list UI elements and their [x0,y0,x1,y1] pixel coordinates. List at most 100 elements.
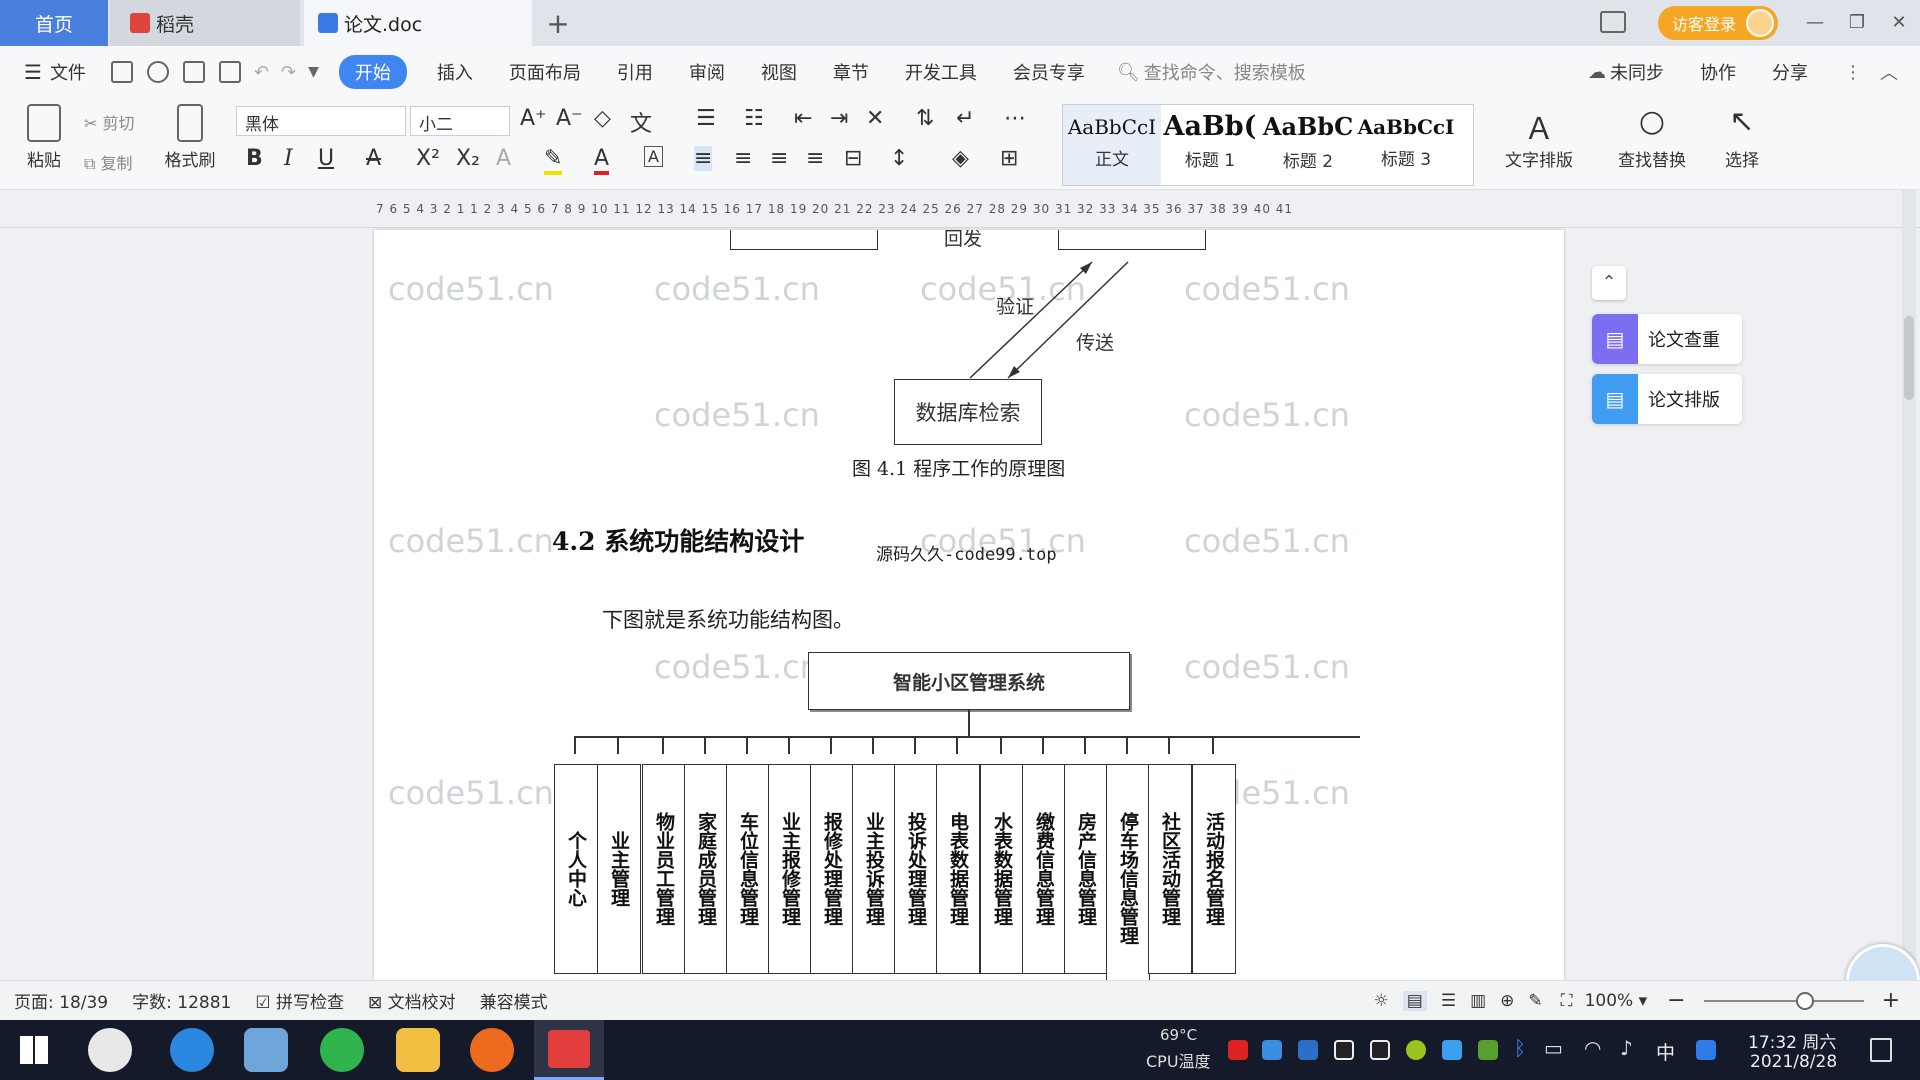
increase-indent-icon[interactable]: ⇥ [830,106,848,131]
file-explorer-icon[interactable] [396,1028,440,1072]
visitor-login-button[interactable]: 访客登录 [1658,6,1778,40]
tray-icon-4[interactable] [1442,1040,1462,1060]
notepad-icon[interactable] [244,1028,288,1072]
copy-button[interactable]: ⧉ 复制 [84,150,133,174]
bullet-list-icon[interactable]: ☰ [696,106,716,131]
highlight-icon[interactable]: ✎ [544,146,563,175]
menu-view[interactable]: 视图 [743,59,815,85]
menu-page-layout[interactable]: 页面布局 [491,59,599,85]
panel-collapse-icon[interactable]: ⌃ [1592,266,1626,300]
web-view-icon[interactable]: ⊕ [1500,991,1514,1011]
layout-switch-icon[interactable] [1600,11,1626,33]
font-color-icon[interactable]: A [594,146,610,175]
underline-button[interactable]: U [318,146,334,171]
tab-daoke[interactable]: 稻壳 [110,0,300,46]
minimize-button[interactable]: — [1800,8,1830,38]
align-right-button[interactable]: ≡ [770,146,788,171]
zoom-slider-handle[interactable] [1795,991,1814,1010]
format-painter-button[interactable]: 格式刷 [160,104,220,171]
italic-button[interactable]: I [284,146,293,171]
clock-date[interactable]: 2021/8/28 [1750,1052,1837,1072]
tray-icon-1[interactable] [1228,1040,1248,1060]
collaborate-button[interactable]: 协作 [1682,59,1754,85]
close-button[interactable]: ✕ [1884,8,1914,38]
strikethrough-button[interactable]: A [366,146,381,171]
shield-icon[interactable] [1298,1040,1318,1060]
restore-button[interactable]: ❐ [1842,8,1872,38]
bluetooth-icon[interactable]: ᛒ [1514,1036,1526,1060]
chevron-down-icon[interactable]: ▼ [308,64,319,80]
tray-icon-3[interactable] [1406,1040,1426,1060]
find-replace-button[interactable]: ○ 查找替换 [1604,104,1700,171]
browser-360-icon[interactable] [320,1028,364,1072]
pinwheel-app-icon[interactable] [88,1028,132,1072]
phonetic-icon[interactable]: 文 [630,106,652,138]
tab-stops-icon[interactable]: ⋯ [1004,106,1026,131]
tab-home[interactable]: 首页 [0,0,108,46]
scrollbar-thumb[interactable] [1904,316,1914,400]
zoom-out-button[interactable]: − [1667,988,1685,1013]
wps-taskbar-button[interactable] [534,1020,604,1080]
distribute-button[interactable]: ⊟ [844,146,862,171]
save-icon[interactable] [110,61,133,83]
cut-button[interactable]: ✂ 剪切 [84,110,135,134]
menu-review[interactable]: 审阅 [671,59,743,85]
tray-icon-2[interactable] [1262,1040,1282,1060]
read-view-icon[interactable]: ▥ [1470,991,1486,1011]
menu-insert[interactable]: 插入 [419,59,491,85]
notification-icon[interactable] [1870,1038,1892,1062]
print-icon[interactable] [182,61,205,83]
paste-button[interactable]: 粘贴 [16,104,72,171]
share-button[interactable]: 分享 [1754,59,1826,85]
line-spacing-icon[interactable]: ↕ [890,146,908,171]
zoom-slider[interactable] [1703,991,1864,1010]
clock-time[interactable]: 17:32 周六 [1748,1028,1836,1053]
zoom-select[interactable]: 100% ▾ [1585,991,1648,1011]
decrease-indent-icon[interactable]: ⇤ [794,106,812,131]
redo-icon[interactable]: ↷ [281,62,296,83]
media-app-icon[interactable] [470,1028,514,1072]
borders-icon[interactable]: ⊞ [1000,146,1018,171]
text-layout-button[interactable]: Ａ 文字排版 [1494,104,1584,171]
style-heading-3[interactable]: AaBbCcI 标题 3 [1357,105,1455,170]
subscript-button[interactable]: X₂ [456,146,480,171]
tab-document[interactable]: 论文.doc [304,0,532,46]
battery-icon[interactable]: ▭ [1544,1036,1563,1060]
undo-history-icon[interactable] [146,61,169,83]
paper-format-button[interactable]: ▤ 论文排版 [1592,374,1742,424]
menu-chapter[interactable]: 章节 [815,59,887,85]
wifi-icon[interactable]: ◠ [1584,1036,1601,1060]
outline-view-icon[interactable]: ☰ [1441,991,1456,1011]
proofread-button[interactable]: ⊠ 文档校对 [368,988,456,1013]
menu-file[interactable]: 文件 [42,59,104,85]
menu-references[interactable]: 引用 [599,59,671,85]
paper-check-button[interactable]: ▤ 论文查重 [1592,314,1742,364]
chinese-layout-icon[interactable]: ✕ [866,106,884,131]
font-family-select[interactable]: 黑体 [236,106,406,136]
show-marks-icon[interactable]: ↵ [956,106,974,131]
sync-status[interactable]: 未同步 [1606,59,1682,85]
text-effect-button[interactable]: A [496,146,511,171]
bold-button[interactable]: B [246,146,263,171]
align-left-button[interactable]: ≡ [694,146,713,171]
pen-icon[interactable]: ✎ [1528,991,1542,1011]
search-app-icon[interactable] [1696,1040,1716,1060]
fit-page-icon[interactable]: ⛶ [1561,991,1573,1011]
style-heading-2[interactable]: AaBbC 标题 2 [1259,105,1357,172]
command-search-input[interactable]: 查找命令、搜索模板 [1144,59,1306,85]
undo-icon[interactable]: ↶ [254,62,269,83]
more-icon[interactable]: ⋮ [1844,62,1862,83]
grow-font-icon[interactable]: A⁺ [520,106,547,131]
qq-icon[interactable] [1334,1040,1354,1060]
style-heading-1[interactable]: AaBb(标题 1 [1161,105,1259,171]
collapse-ribbon-icon[interactable]: ︿ [1880,59,1898,85]
page-indicator[interactable]: 页面: 18/39 [14,988,108,1013]
justify-button[interactable]: ≡ [806,146,824,171]
eye-protection-icon[interactable]: ☼ [1374,991,1389,1011]
volume-icon[interactable]: ♪ [1620,1036,1633,1060]
shading-icon[interactable]: ◈ [952,146,969,171]
vertical-scrollbar[interactable] [1902,190,1916,970]
menu-start[interactable]: 开始 [338,55,407,89]
style-normal[interactable]: AaBbCcI 正文 [1063,105,1161,185]
qq-icon-2[interactable] [1370,1040,1390,1060]
